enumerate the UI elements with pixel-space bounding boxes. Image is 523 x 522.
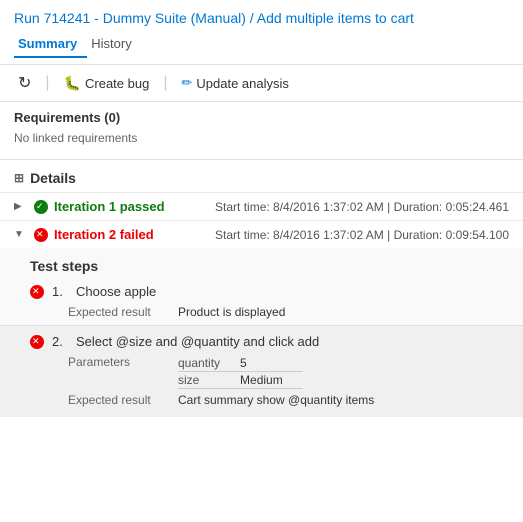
update-analysis-label: Update analysis xyxy=(196,76,289,91)
step-1-expected-row: Expected result Product is displayed xyxy=(30,303,509,321)
param-row-size: size Medium xyxy=(178,372,303,389)
create-bug-button[interactable]: 🐛 Create bug xyxy=(60,73,154,94)
iteration-1-info: Iteration 1 passed xyxy=(34,199,207,214)
step-2-fail-icon xyxy=(30,335,44,349)
divider1 xyxy=(0,159,523,160)
step-2-expected-label: Expected result xyxy=(68,393,178,407)
step-2-section: 2. Select @size and @quantity and click … xyxy=(0,325,523,417)
step-2-params-label: Parameters xyxy=(68,355,178,369)
param-quantity-value: 5 xyxy=(240,355,303,372)
update-analysis-button[interactable]: ✏ Update analysis xyxy=(177,73,292,93)
step-2-params-row: Parameters quantity 5 size Medium xyxy=(30,353,509,391)
details-header: ⊞ Details xyxy=(0,164,523,192)
tab-bar: Summary History xyxy=(14,32,509,58)
step-2-expected-row: Expected result Cart summary show @quant… xyxy=(30,391,509,409)
separator2: | xyxy=(163,74,167,92)
step-2-row: 2. Select @size and @quantity and click … xyxy=(30,330,509,353)
page-title: Run 714241 - Dummy Suite (Manual) / Add … xyxy=(14,10,509,26)
refresh-button[interactable]: ↻ xyxy=(14,71,35,95)
toolbar: ↻ | 🐛 Create bug | ✏ Update analysis xyxy=(0,65,523,102)
step-1-fail-icon xyxy=(30,285,44,299)
step-1-expected-label: Expected result xyxy=(68,305,178,319)
iteration-1-label: Iteration 1 passed xyxy=(54,199,165,214)
step-1-expected-value: Product is displayed xyxy=(178,305,285,319)
step-1-row: 1. Choose apple xyxy=(30,280,509,303)
tab-history[interactable]: History xyxy=(87,32,141,58)
param-row-quantity: quantity 5 xyxy=(178,355,303,372)
no-linked-text: No linked requirements xyxy=(14,129,509,151)
bug-icon: 🐛 xyxy=(64,75,81,92)
iteration-2-chevron[interactable]: ▼ xyxy=(14,229,26,240)
params-table: quantity 5 size Medium xyxy=(178,355,303,389)
refresh-icon: ↻ xyxy=(18,73,31,93)
pencil-icon: ✏ xyxy=(181,75,192,91)
separator: | xyxy=(45,74,49,92)
iteration-1-pass-icon xyxy=(34,200,48,214)
param-quantity-name: quantity xyxy=(178,355,240,372)
iteration-2-time: Start time: 8/4/2016 1:37:02 AM | Durati… xyxy=(215,228,509,242)
iteration-1-chevron[interactable]: ▶ xyxy=(14,201,26,212)
tab-summary[interactable]: Summary xyxy=(14,32,87,58)
step-2-params-table-container: quantity 5 size Medium xyxy=(178,355,303,389)
step-2-action: Select @size and @quantity and click add xyxy=(76,334,319,349)
details-title: Details xyxy=(30,170,76,186)
iteration-1-row[interactable]: ▶ Iteration 1 passed Start time: 8/4/201… xyxy=(0,192,523,220)
requirements-section: Requirements (0) No linked requirements xyxy=(0,102,523,155)
page-header: Run 714241 - Dummy Suite (Manual) / Add … xyxy=(0,0,523,65)
step-2-expected-value: Cart summary show @quantity items xyxy=(178,393,374,407)
create-bug-label: Create bug xyxy=(85,76,149,91)
step-2-number: 2. xyxy=(52,334,68,349)
iteration-2-row[interactable]: ▼ Iteration 2 failed Start time: 8/4/201… xyxy=(0,220,523,248)
test-steps-title: Test steps xyxy=(30,254,509,280)
param-size-value: Medium xyxy=(240,372,303,389)
iteration-2-fail-icon xyxy=(34,228,48,242)
param-size-name: size xyxy=(178,372,240,389)
iteration-2-info: Iteration 2 failed xyxy=(34,227,207,242)
requirements-title: Requirements (0) xyxy=(14,110,509,125)
iteration-2-label: Iteration 2 failed xyxy=(54,227,154,242)
iteration-1-time: Start time: 8/4/2016 1:37:02 AM | Durati… xyxy=(215,200,509,214)
step-1-number: 1. xyxy=(52,284,68,299)
details-expand-icon[interactable]: ⊞ xyxy=(14,171,24,185)
step-1-action: Choose apple xyxy=(76,284,156,299)
test-steps-section: Test steps 1. Choose apple Expected resu… xyxy=(0,248,523,325)
